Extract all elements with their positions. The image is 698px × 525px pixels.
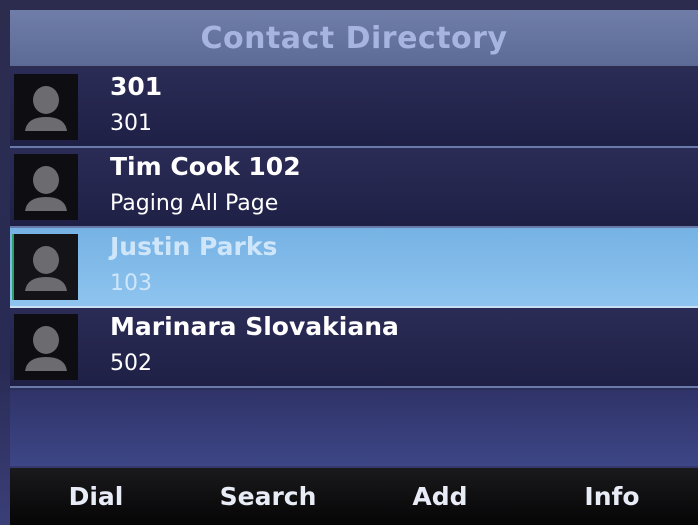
contact-avatar-icon — [14, 74, 78, 140]
contact-list: 301 301 Tim Cook 102 Paging All Page Jus… — [10, 68, 698, 388]
contact-name: Marinara Slovakiana — [110, 312, 399, 341]
contact-number: Paging All Page — [110, 191, 279, 216]
contact-name: Tim Cook 102 — [110, 152, 301, 181]
contact-row-301[interactable]: 301 301 — [10, 68, 698, 148]
contact-name: 301 — [110, 72, 163, 101]
contact-avatar-icon — [12, 234, 78, 300]
contact-name: Justin Parks — [110, 232, 278, 261]
contact-number: 301 — [110, 111, 152, 136]
empty-list-area — [10, 390, 698, 466]
softkey-bar: Dial Search Add Info — [10, 468, 698, 525]
contact-row-justin-parks[interactable]: Justin Parks 103 — [10, 228, 698, 308]
page-title: Contact Directory — [10, 10, 698, 66]
contact-avatar-icon — [14, 154, 78, 220]
info-softkey[interactable]: Info — [526, 468, 698, 525]
contact-row-marinara-slovakiana[interactable]: Marinara Slovakiana 502 — [10, 308, 698, 388]
search-softkey[interactable]: Search — [182, 468, 354, 525]
contact-number: 502 — [110, 351, 152, 376]
dial-softkey[interactable]: Dial — [10, 468, 182, 525]
contact-row-tim-cook[interactable]: Tim Cook 102 Paging All Page — [10, 148, 698, 228]
contact-avatar-icon — [14, 314, 78, 380]
add-softkey[interactable]: Add — [354, 468, 526, 525]
phone-screen: Contact Directory 301 301 Tim Cook 102 P… — [0, 0, 698, 525]
contact-number: 103 — [110, 271, 152, 296]
